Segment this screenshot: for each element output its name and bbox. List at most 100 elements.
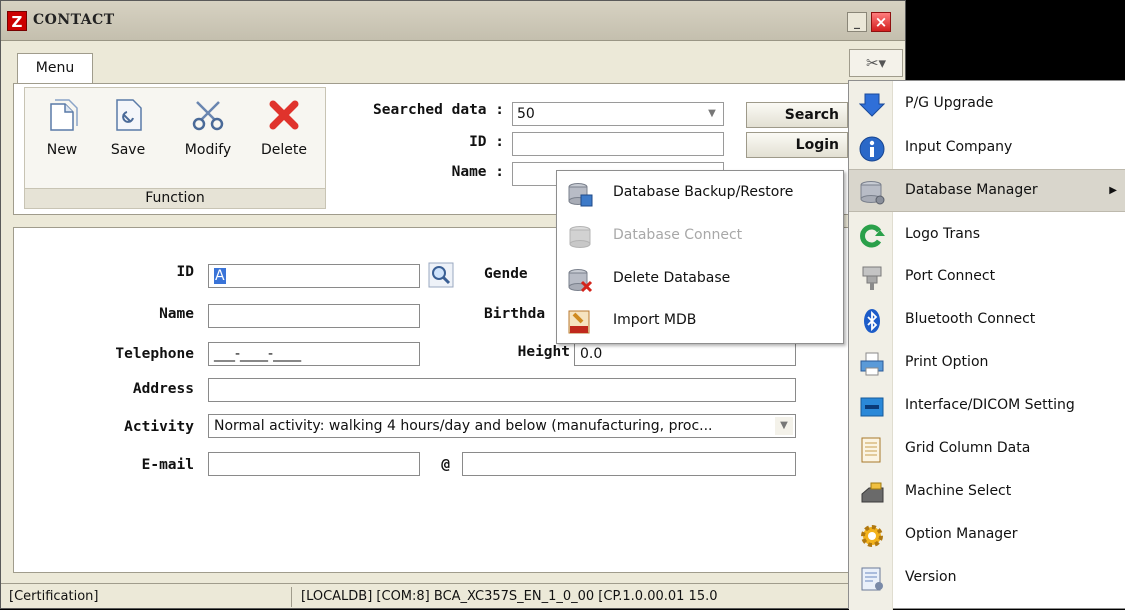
menu-item-port-connect[interactable]: Port Connect: [849, 256, 1125, 299]
menu-item-label: Option Manager: [905, 526, 1018, 542]
import-mdb-icon: [568, 310, 590, 334]
upgrade-arrow-icon: [859, 93, 885, 117]
menu-item-logo-trans[interactable]: Logo Trans: [849, 214, 1125, 257]
email-user-input[interactable]: [208, 452, 420, 476]
port-connector-icon: [862, 266, 882, 290]
searched-data-select[interactable]: 50 ▼: [512, 102, 724, 126]
search-icon[interactable]: [428, 262, 454, 288]
menu-item-label: Logo Trans: [905, 226, 981, 242]
modify-button-label: Modify: [184, 142, 232, 158]
submenu-item-database-connect[interactable]: Database Connect: [557, 216, 843, 258]
search-id-input[interactable]: [512, 132, 724, 156]
menu-item-interface-dicom[interactable]: Interface/DICOM Setting: [849, 385, 1125, 428]
chevron-down-icon: ▼: [708, 108, 716, 119]
printer-icon: [860, 352, 884, 376]
submenu-item-delete-database[interactable]: Delete Database: [557, 259, 843, 301]
database-delete-icon: [568, 269, 593, 293]
menu-item-label: Interface/DICOM Setting: [905, 397, 1075, 413]
email-domain-input[interactable]: [462, 452, 796, 476]
save-button-label: Save: [110, 142, 146, 158]
bluetooth-icon: [864, 309, 880, 333]
menu-item-database-manager[interactable]: Database Manager ▶: [849, 169, 1125, 212]
tools-dropdown-menu: P/G Upgrade Input Company Database Manag…: [848, 80, 1125, 610]
name-label: Name: [159, 306, 194, 322]
height-input[interactable]: 0.0: [574, 342, 796, 366]
email-label: E-mail: [141, 457, 194, 473]
menu-item-grid-column-data[interactable]: Grid Column Data: [849, 428, 1125, 471]
search-name-label: Name :: [451, 164, 504, 180]
new-document-icon: [50, 99, 78, 131]
grid-column-icon: [861, 437, 881, 463]
searched-data-label: Searched data :: [373, 102, 504, 118]
activity-value: Normal activity: walking 4 hours/day and…: [214, 418, 713, 434]
interface-icon: [860, 397, 884, 417]
menu-item-input-company[interactable]: Input Company: [849, 127, 1125, 170]
telephone-input[interactable]: ___-____-____: [208, 342, 420, 366]
new-button[interactable]: New: [29, 94, 95, 170]
info-icon: [859, 136, 885, 162]
save-icon: [116, 99, 142, 131]
tools-menu-button[interactable]: ✂▾: [849, 49, 903, 77]
menu-item-print-option[interactable]: Print Option: [849, 342, 1125, 385]
submenu-item-label: Database Connect: [613, 227, 743, 243]
activity-label: Activity: [124, 419, 194, 435]
connection-status: [LOCALDB] [COM:8] BCA_XC357S_EN_1_0_00 […: [301, 589, 718, 604]
menu-item-version[interactable]: Version: [849, 557, 1125, 600]
tab-strip: Menu: [1, 41, 905, 84]
login-button[interactable]: Login: [746, 132, 848, 158]
delete-button-label: Delete: [261, 142, 307, 158]
address-label: Address: [132, 381, 194, 397]
minimize-button[interactable]: _: [847, 12, 867, 32]
menu-item-label: Print Option: [905, 354, 989, 370]
menu-item-bluetooth-connect[interactable]: Bluetooth Connect: [849, 299, 1125, 342]
version-icon: [861, 567, 883, 591]
status-divider: [291, 587, 292, 607]
activity-select[interactable]: Normal activity: walking 4 hours/day and…: [208, 414, 796, 438]
scissors-icon: [192, 101, 224, 131]
logo-trans-icon: [860, 224, 885, 248]
database-submenu: Database Backup/Restore Database Connect…: [556, 170, 844, 344]
save-button[interactable]: Save: [95, 94, 161, 170]
menu-item-machine-select[interactable]: Machine Select: [849, 471, 1125, 514]
tab-menu[interactable]: Menu: [17, 53, 93, 84]
status-bar: [Certification] [LOCALDB] [COM:8] BCA_XC…: [1, 583, 905, 608]
name-input[interactable]: [208, 304, 420, 328]
submenu-item-database-backup[interactable]: Database Backup/Restore: [557, 173, 843, 215]
database-backup-icon: [568, 183, 593, 207]
email-at-sign: @: [441, 457, 450, 473]
close-button[interactable]: ×: [871, 12, 891, 32]
function-group: New Save Modify Delete Function: [24, 87, 326, 209]
submenu-item-import-mdb[interactable]: Import MDB: [557, 301, 843, 343]
delete-button[interactable]: Delete: [251, 94, 317, 170]
certification-status[interactable]: [Certification]: [9, 584, 98, 608]
menu-item-pg-upgrade[interactable]: P/G Upgrade: [849, 83, 1125, 126]
height-label: Height: [517, 344, 570, 360]
database-connect-icon: [569, 226, 591, 248]
submenu-arrow-icon: ▶: [1109, 185, 1117, 196]
modify-button[interactable]: Modify: [175, 94, 241, 170]
submenu-item-label: Import MDB: [613, 312, 697, 328]
app-logo-icon: Z: [7, 11, 27, 31]
chevron-down-icon: ▼: [775, 417, 793, 435]
searched-data-value: 50: [517, 106, 535, 122]
menu-item-label: Input Company: [905, 139, 1013, 155]
id-input[interactable]: A: [208, 264, 420, 288]
telephone-label: Telephone: [115, 346, 194, 362]
menu-item-label: P/G Upgrade: [905, 95, 994, 111]
address-input[interactable]: [208, 378, 796, 402]
delete-x-icon: [269, 100, 299, 130]
menu-item-label: Version: [905, 569, 957, 585]
id-value: A: [214, 268, 226, 284]
tools-icon: ✂▾: [865, 54, 887, 72]
menu-item-label: Machine Select: [905, 483, 1012, 499]
menu-item-label: Database Manager: [905, 182, 1038, 198]
menu-item-label: Port Connect: [905, 268, 996, 284]
search-button[interactable]: Search: [746, 102, 848, 128]
menu-item-option-manager[interactable]: Option Manager: [849, 514, 1125, 557]
database-icon: [860, 181, 885, 205]
machine-icon: [861, 482, 884, 503]
submenu-item-label: Database Backup/Restore: [613, 184, 794, 200]
menu-item-label: Grid Column Data: [905, 440, 1031, 456]
title-bar: Z CONTACT _ ×: [1, 1, 905, 41]
search-id-label: ID :: [469, 134, 504, 150]
